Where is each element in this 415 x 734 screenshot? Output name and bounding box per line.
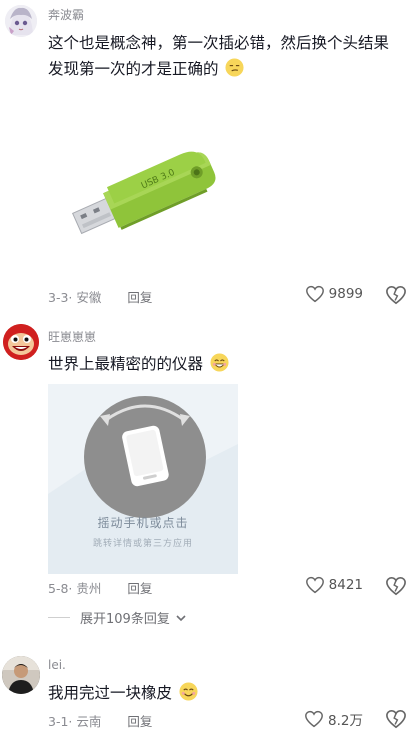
username[interactable]: lei. [48, 658, 66, 672]
comment-3: lei. 我用完过一块橡皮 3-1· 云南 回复 8.2万 [0, 650, 415, 734]
comment-1: 奔波霸 这个也是概念神，第一次插必错，然后换个头结果发现第一次的才是正确的 US… [0, 0, 415, 310]
grin-emoji-icon [210, 353, 229, 372]
comment-2-footer: 5-8· 贵州 回复 8421 [0, 576, 415, 637]
heart-icon [305, 710, 323, 728]
like-count: 8.2万 [328, 713, 363, 729]
like-button[interactable]: 8.2万 [304, 709, 363, 729]
comment-text: 我用完过一块橡皮 [48, 680, 393, 706]
user-photo-avatar-icon [2, 656, 40, 694]
avatar[interactable] [5, 5, 37, 37]
broken-heart-icon[interactable] [385, 709, 407, 729]
shake-phone-icon [100, 404, 190, 487]
comment-image[interactable]: USB 3.0 [48, 96, 238, 268]
card-subtitle: 跳转详情或第三方应用 [92, 539, 193, 549]
comment-date: 3-1 [48, 714, 69, 729]
like-count: 9899 [328, 286, 363, 302]
comment-location: 贵州 [76, 581, 102, 596]
comment-location: 云南 [76, 714, 102, 729]
username[interactable]: 奔波霸 [48, 6, 84, 23]
comment-meta: 3-1· 云南 回复 [48, 711, 152, 730]
expand-divider [48, 617, 70, 618]
like-button[interactable]: 8421 [305, 576, 363, 594]
mini-app-card[interactable]: 摇动手机或点击 跳转详情或第三方应用 [48, 384, 238, 574]
comment-text-content: 世界上最精密的的仪器 [48, 355, 204, 373]
comment-text-content: 这个也是概念神，第一次插必错，然后换个头结果发现第一次的才是正确的 [48, 34, 390, 78]
comment-meta: 3-3· 安徽 回复 [48, 287, 152, 306]
comment-text-content: 我用完过一块橡皮 [48, 684, 173, 702]
comment-meta: 5-8· 贵州 回复 [48, 578, 152, 597]
broken-heart-icon[interactable] [385, 285, 407, 305]
card-title: 摇动手机或点击 [97, 516, 189, 530]
comment-date: 5-8 [48, 581, 69, 596]
reply-button[interactable]: 回复 [127, 714, 152, 729]
anime-girl-avatar-icon [5, 5, 37, 37]
comment-text: 世界上最精密的的仪器 [48, 351, 393, 377]
smirk-emoji-icon [225, 58, 244, 77]
reply-button[interactable]: 回复 [127, 581, 152, 596]
comment-text: 这个也是概念神，第一次插必错，然后换个头结果发现第一次的才是正确的 [48, 30, 393, 82]
username[interactable]: 旺崽崽崽 [48, 328, 96, 345]
avatar[interactable] [2, 656, 40, 694]
chevron-down-icon [176, 614, 186, 621]
reply-button[interactable]: 回复 [127, 290, 152, 305]
comment-location: 安徽 [76, 290, 102, 305]
like-button[interactable]: 9899 [305, 285, 363, 303]
like-count: 8421 [328, 577, 363, 593]
comment-date: 3-3 [48, 290, 69, 305]
avatar[interactable] [3, 324, 39, 360]
usb-drive-image: USB 3.0 [71, 151, 216, 235]
broken-heart-icon[interactable] [385, 576, 407, 596]
heart-icon [305, 285, 324, 303]
expand-replies-button[interactable]: 展开109条回复 [48, 608, 188, 627]
wangzai-avatar-icon [3, 324, 39, 360]
heart-icon [305, 576, 324, 594]
smile-emoji-icon [179, 682, 198, 701]
expand-replies-label: 展开109条回复 [80, 612, 170, 627]
